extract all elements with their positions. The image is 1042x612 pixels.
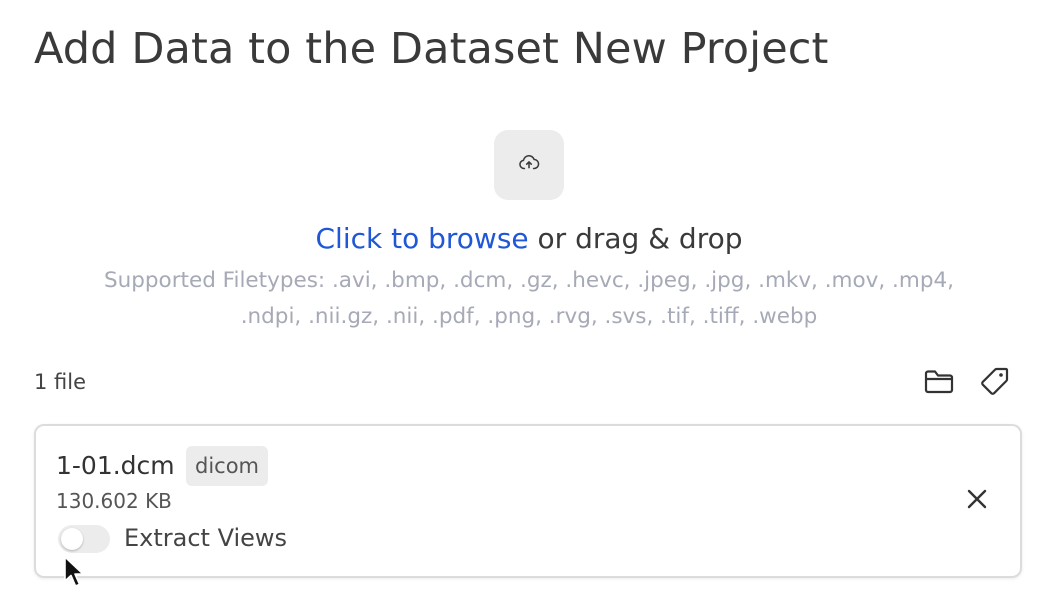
supported-filetypes: Supported Filetypes: .avi, .bmp, .dcm, .…: [60, 263, 998, 335]
filetypes-line: Supported Filetypes: .avi, .bmp, .dcm, .…: [103, 268, 954, 293]
folder-icon: [923, 367, 955, 399]
file-size: 130.602 KB: [56, 489, 172, 513]
filetypes-line: .ndpi, .nii.gz, .nii, .pdf, .png, .rvg, …: [240, 304, 818, 329]
browse-prompt: Click to browse or drag & drop: [0, 222, 1042, 255]
remove-file-button[interactable]: [962, 486, 992, 516]
tag-button[interactable]: [978, 366, 1012, 400]
upload-button[interactable]: [494, 130, 564, 200]
file-name: 1-01.dcm: [56, 451, 175, 480]
folder-button[interactable]: [922, 366, 956, 400]
close-icon: [966, 488, 988, 514]
tag-icon: [979, 365, 1011, 401]
cloud-upload-icon: [518, 152, 540, 178]
extract-views-label: Extract Views: [124, 524, 288, 552]
file-type-badge: dicom: [186, 446, 269, 486]
toggle-knob: [61, 528, 83, 550]
drag-drop-text: or drag & drop: [528, 222, 743, 255]
browse-link[interactable]: Click to browse: [315, 222, 528, 255]
extract-views-toggle[interactable]: [58, 525, 110, 553]
file-item: 1-01.dcm dicom 130.602 KB Extract Views: [34, 424, 1022, 578]
page-title: Add Data to the Dataset New Project: [34, 24, 829, 74]
file-count: 1 file: [34, 370, 87, 394]
mouse-cursor-icon: [63, 555, 85, 593]
